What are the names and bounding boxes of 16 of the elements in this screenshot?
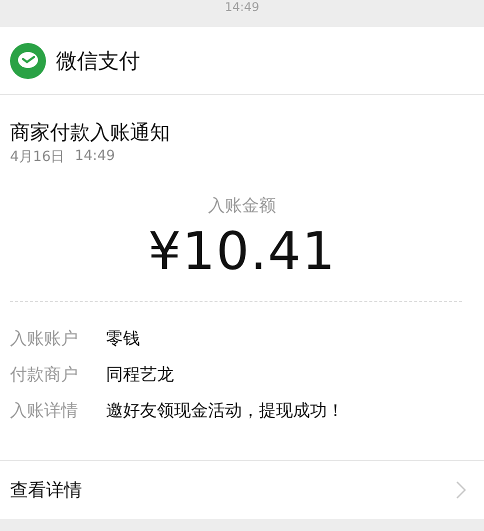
- detail-value: 同程艺龙: [106, 364, 174, 386]
- detail-value: 邀好友领现金活动，提现成功！: [106, 400, 344, 422]
- chevron-right-icon: [456, 481, 466, 499]
- notice-date: 4月16日: [10, 148, 65, 166]
- notice-title: 商家付款入账通知: [10, 119, 171, 145]
- notice-time: 14:49: [74, 148, 116, 166]
- detail-label: 入账详情: [10, 400, 79, 422]
- status-time: 14:49: [224, 0, 260, 14]
- detail-value: 零钱: [106, 328, 140, 350]
- chat-bubble-check-icon: [10, 42, 46, 78]
- amount-value: ¥10.41: [148, 221, 336, 284]
- detail-label: 付款商户: [10, 364, 79, 386]
- amount-label: 入账金额: [207, 195, 277, 217]
- detail-label: 入账账户: [10, 328, 79, 350]
- view-details-link[interactable]: 查看详情: [0, 460, 484, 519]
- app-name: 微信支付: [56, 48, 140, 74]
